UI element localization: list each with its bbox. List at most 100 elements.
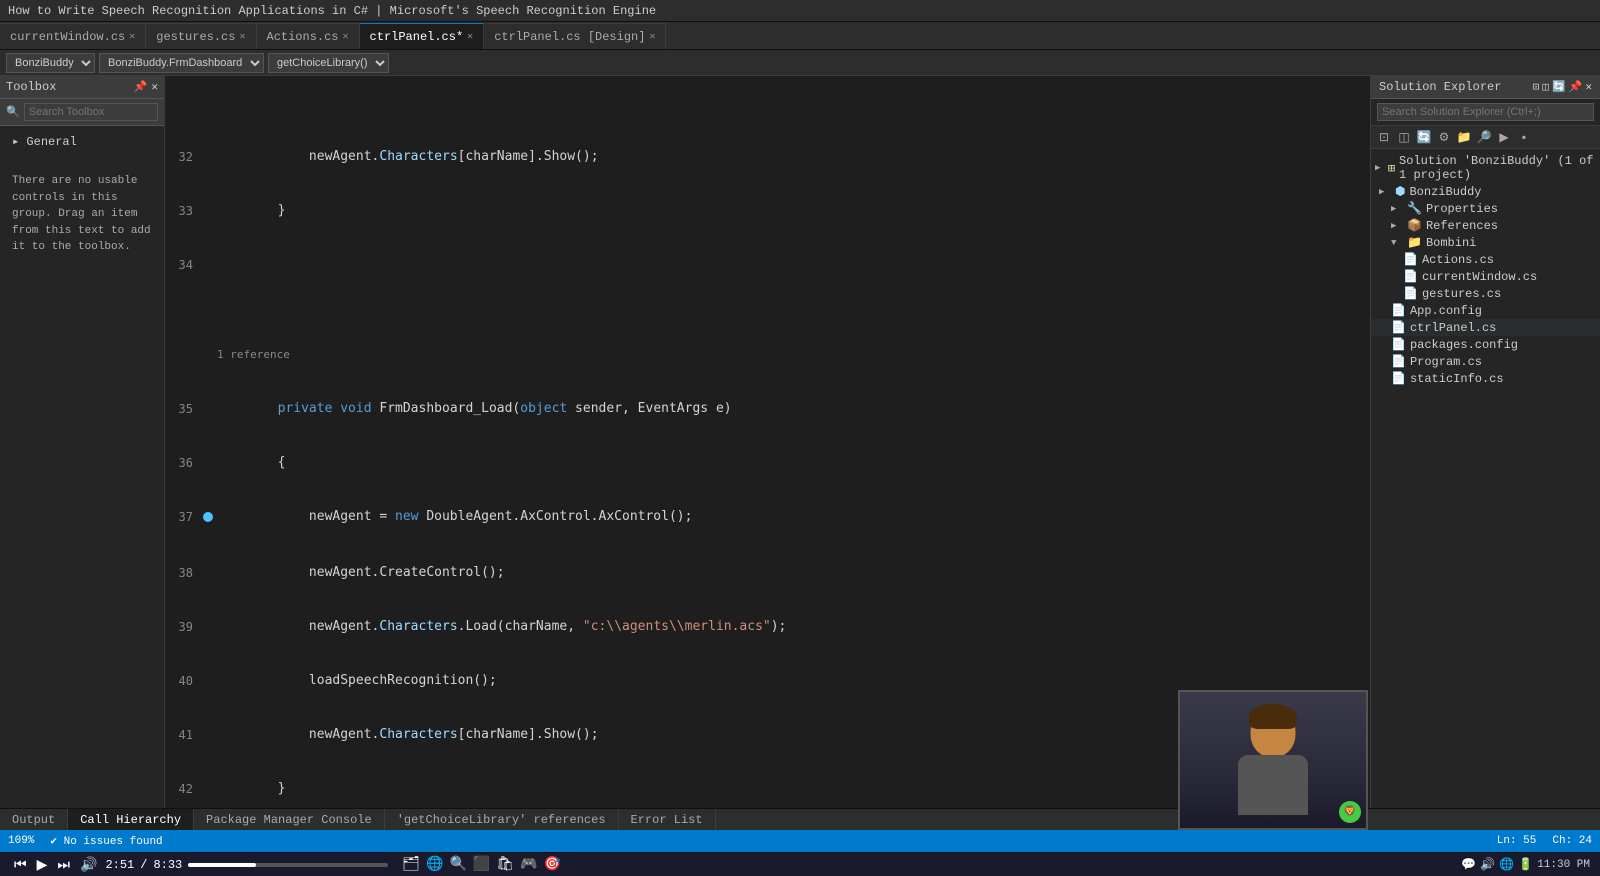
se-btn-6[interactable]: 🔎 bbox=[1475, 128, 1493, 146]
references-label: References bbox=[1426, 219, 1498, 233]
toolbox-pin-icon[interactable]: 📌 bbox=[134, 80, 148, 94]
tree-actions[interactable]: 📄 Actions.cs bbox=[1371, 251, 1600, 268]
solution-icon: ⊞ bbox=[1388, 161, 1395, 176]
tab-label: Actions.cs bbox=[267, 30, 339, 44]
se-icon-3[interactable]: 🔄 bbox=[1552, 80, 1566, 94]
volume-button[interactable]: 🔊 bbox=[78, 856, 99, 873]
tab-error-list[interactable]: Error List bbox=[619, 809, 716, 830]
toolbox-search-input[interactable] bbox=[24, 103, 158, 121]
taskbar-icon-game[interactable]: 🎯 bbox=[544, 856, 561, 873]
media-progress-bar[interactable] bbox=[188, 863, 388, 867]
currentwindow-label: currentWindow.cs bbox=[1422, 270, 1537, 284]
taskbar-icon-edge[interactable]: 🌐 bbox=[426, 856, 443, 873]
actions-icon: 📄 bbox=[1403, 252, 1418, 267]
properties-icon: 🔧 bbox=[1407, 201, 1422, 216]
tab-actions[interactable]: Actions.cs ✕ bbox=[257, 23, 360, 49]
se-btn-3[interactable]: 🔄 bbox=[1415, 128, 1433, 146]
taskbar-icon-cmd[interactable]: ⬛ bbox=[473, 856, 490, 873]
se-btn-2[interactable]: ◫ bbox=[1395, 128, 1413, 146]
tab-currentwindow[interactable]: currentWindow.cs ✕ bbox=[0, 23, 146, 49]
sys-icon-volume[interactable]: 🔊 bbox=[1480, 857, 1495, 872]
toolbox-empty-message: There are no usable controls in this gro… bbox=[0, 157, 164, 272]
tab-close-icon[interactable]: ✕ bbox=[467, 31, 473, 43]
se-close-icon[interactable]: ✕ bbox=[1585, 80, 1592, 94]
sys-icon-network[interactable]: 🌐 bbox=[1499, 857, 1514, 872]
sys-icon-battery[interactable]: 🔋 bbox=[1518, 857, 1533, 872]
tab-references-label: 'getChoiceLibrary' references bbox=[397, 813, 606, 827]
tab-close-icon[interactable]: ✕ bbox=[129, 31, 135, 43]
se-btn-7[interactable]: ▶ bbox=[1495, 128, 1513, 146]
method-selector[interactable]: getChoiceLibrary() bbox=[268, 53, 389, 73]
toolbox-general-section[interactable]: ▸ General bbox=[0, 126, 164, 157]
tab-output[interactable]: Output bbox=[0, 809, 68, 830]
tree-bombini[interactable]: ▼ 📁 Bombini bbox=[1371, 234, 1600, 251]
tab-package-manager[interactable]: Package Manager Console bbox=[194, 809, 385, 830]
code-line-34: 34 bbox=[165, 256, 1362, 274]
tab-close-icon[interactable]: ✕ bbox=[239, 31, 245, 43]
actions-label: Actions.cs bbox=[1422, 253, 1494, 267]
bombini-icon: 📁 bbox=[1407, 235, 1422, 250]
code-toolbar: BonziBuddy BonziBuddy.FrmDashboard getCh… bbox=[0, 50, 1600, 76]
namespace-selector[interactable]: BonziBuddy.FrmDashboard bbox=[99, 53, 264, 73]
media-controls: ⏮ ▶ ⏭ 🔊 2:51 / 8:33 🗂 🌐 🔍 ⬛ 🛍 🎮 🎯 bbox=[4, 856, 1457, 873]
se-pin-icon[interactable]: 📌 bbox=[1569, 80, 1583, 94]
tree-solution[interactable]: ▶ ⊞ Solution 'BonziBuddy' (1 of 1 projec… bbox=[1371, 153, 1600, 183]
taskbar-icon-steam[interactable]: 🎮 bbox=[520, 856, 537, 873]
no-issues: ✔ No issues found bbox=[50, 834, 162, 848]
tree-gestures[interactable]: 📄 gestures.cs bbox=[1371, 285, 1600, 302]
gestures-icon: 📄 bbox=[1403, 286, 1418, 301]
tree-currentwindow[interactable]: 📄 currentWindow.cs bbox=[1371, 268, 1600, 285]
currentwindow-icon: 📄 bbox=[1403, 269, 1418, 284]
toolbox-panel: Toolbox 📌 ✕ 🔍 ▸ General There are no usa… bbox=[0, 76, 165, 808]
tab-error-list-label: Error List bbox=[631, 813, 703, 827]
references-icon: 📦 bbox=[1407, 218, 1422, 233]
tree-staticinfo[interactable]: 📄 staticInfo.cs bbox=[1371, 370, 1600, 387]
taskbar-icon-store[interactable]: 🛍 bbox=[496, 856, 514, 873]
tab-close-icon[interactable]: ✕ bbox=[343, 31, 349, 43]
se-btn-1[interactable]: ⊡ bbox=[1375, 128, 1393, 146]
tab-gestures[interactable]: gestures.cs ✕ bbox=[146, 23, 256, 49]
toolbox-header: Toolbox 📌 ✕ bbox=[0, 76, 164, 99]
tab-close-icon[interactable]: ✕ bbox=[649, 31, 655, 43]
tab-ctrlpanel-design[interactable]: ctrlPanel.cs [Design] ✕ bbox=[484, 23, 666, 49]
se-btn-5[interactable]: 📁 bbox=[1455, 128, 1473, 146]
taskbar-right: 💬 🔊 🌐 🔋 11:30 PM bbox=[1461, 857, 1596, 872]
gestures-label: gestures.cs bbox=[1422, 287, 1501, 301]
clock-display: 11:30 PM bbox=[1537, 859, 1590, 871]
tree-project[interactable]: ▶ ⬢ BonziBuddy bbox=[1371, 183, 1600, 200]
solution-explorer: Solution Explorer ⊡ ◫ 🔄 📌 ✕ ⊡ ◫ 🔄 ⚙ 📁 🔎 … bbox=[1370, 76, 1600, 808]
taskbar-icon-search[interactable]: 🔍 bbox=[449, 856, 466, 873]
project-label: BonziBuddy bbox=[1409, 185, 1481, 199]
se-search-input[interactable] bbox=[1377, 103, 1594, 121]
sys-icon-discord[interactable]: 💬 bbox=[1461, 857, 1476, 872]
tab-ctrlpanel[interactable]: ctrlPanel.cs* ✕ bbox=[360, 23, 485, 49]
ch-indicator: Ch: 24 bbox=[1552, 835, 1592, 847]
program-label: Program.cs bbox=[1410, 355, 1482, 369]
se-btn-4[interactable]: ⚙ bbox=[1435, 128, 1453, 146]
code-line-37: 37 newAgent = new DoubleAgent.AxControl.… bbox=[165, 508, 1362, 528]
toolbox-close-icon[interactable]: ✕ bbox=[151, 80, 158, 94]
taskbar-icon-explorer[interactable]: 🗂 bbox=[402, 856, 420, 873]
appconfig-icon: 📄 bbox=[1391, 303, 1406, 318]
se-icon-1[interactable]: ⊡ bbox=[1533, 80, 1540, 94]
se-tree[interactable]: ▶ ⊞ Solution 'BonziBuddy' (1 of 1 projec… bbox=[1371, 149, 1600, 808]
ctrlpanel-label: ctrlPanel.cs bbox=[1410, 321, 1496, 335]
ln-indicator: Ln: 55 bbox=[1497, 835, 1537, 847]
toolbox-header-icons: 📌 ✕ bbox=[134, 80, 158, 94]
tree-references[interactable]: ▶ 📦 References bbox=[1371, 217, 1600, 234]
tab-references[interactable]: 'getChoiceLibrary' references bbox=[385, 809, 619, 830]
tab-call-hierarchy[interactable]: Call Hierarchy bbox=[68, 809, 194, 830]
tree-program[interactable]: 📄 Program.cs bbox=[1371, 353, 1600, 370]
play-pause-button[interactable]: ▶ bbox=[35, 856, 50, 873]
tab-output-label: Output bbox=[12, 813, 55, 827]
next-track-button[interactable]: ⏭ bbox=[55, 856, 72, 873]
tree-ctrlpanel[interactable]: 📄 ctrlPanel.cs bbox=[1371, 319, 1600, 336]
prev-track-button[interactable]: ⏮ bbox=[12, 856, 29, 873]
tree-properties[interactable]: ▶ 🔧 Properties bbox=[1371, 200, 1600, 217]
se-icon-2[interactable]: ◫ bbox=[1542, 80, 1549, 94]
tree-appconfig[interactable]: 📄 App.config bbox=[1371, 302, 1600, 319]
solution-label: Solution 'BonziBuddy' (1 of 1 project) bbox=[1399, 154, 1600, 182]
project-selector[interactable]: BonziBuddy bbox=[6, 53, 95, 73]
se-btn-8[interactable]: ▪ bbox=[1515, 128, 1533, 146]
tree-packages[interactable]: 📄 packages.config bbox=[1371, 336, 1600, 353]
